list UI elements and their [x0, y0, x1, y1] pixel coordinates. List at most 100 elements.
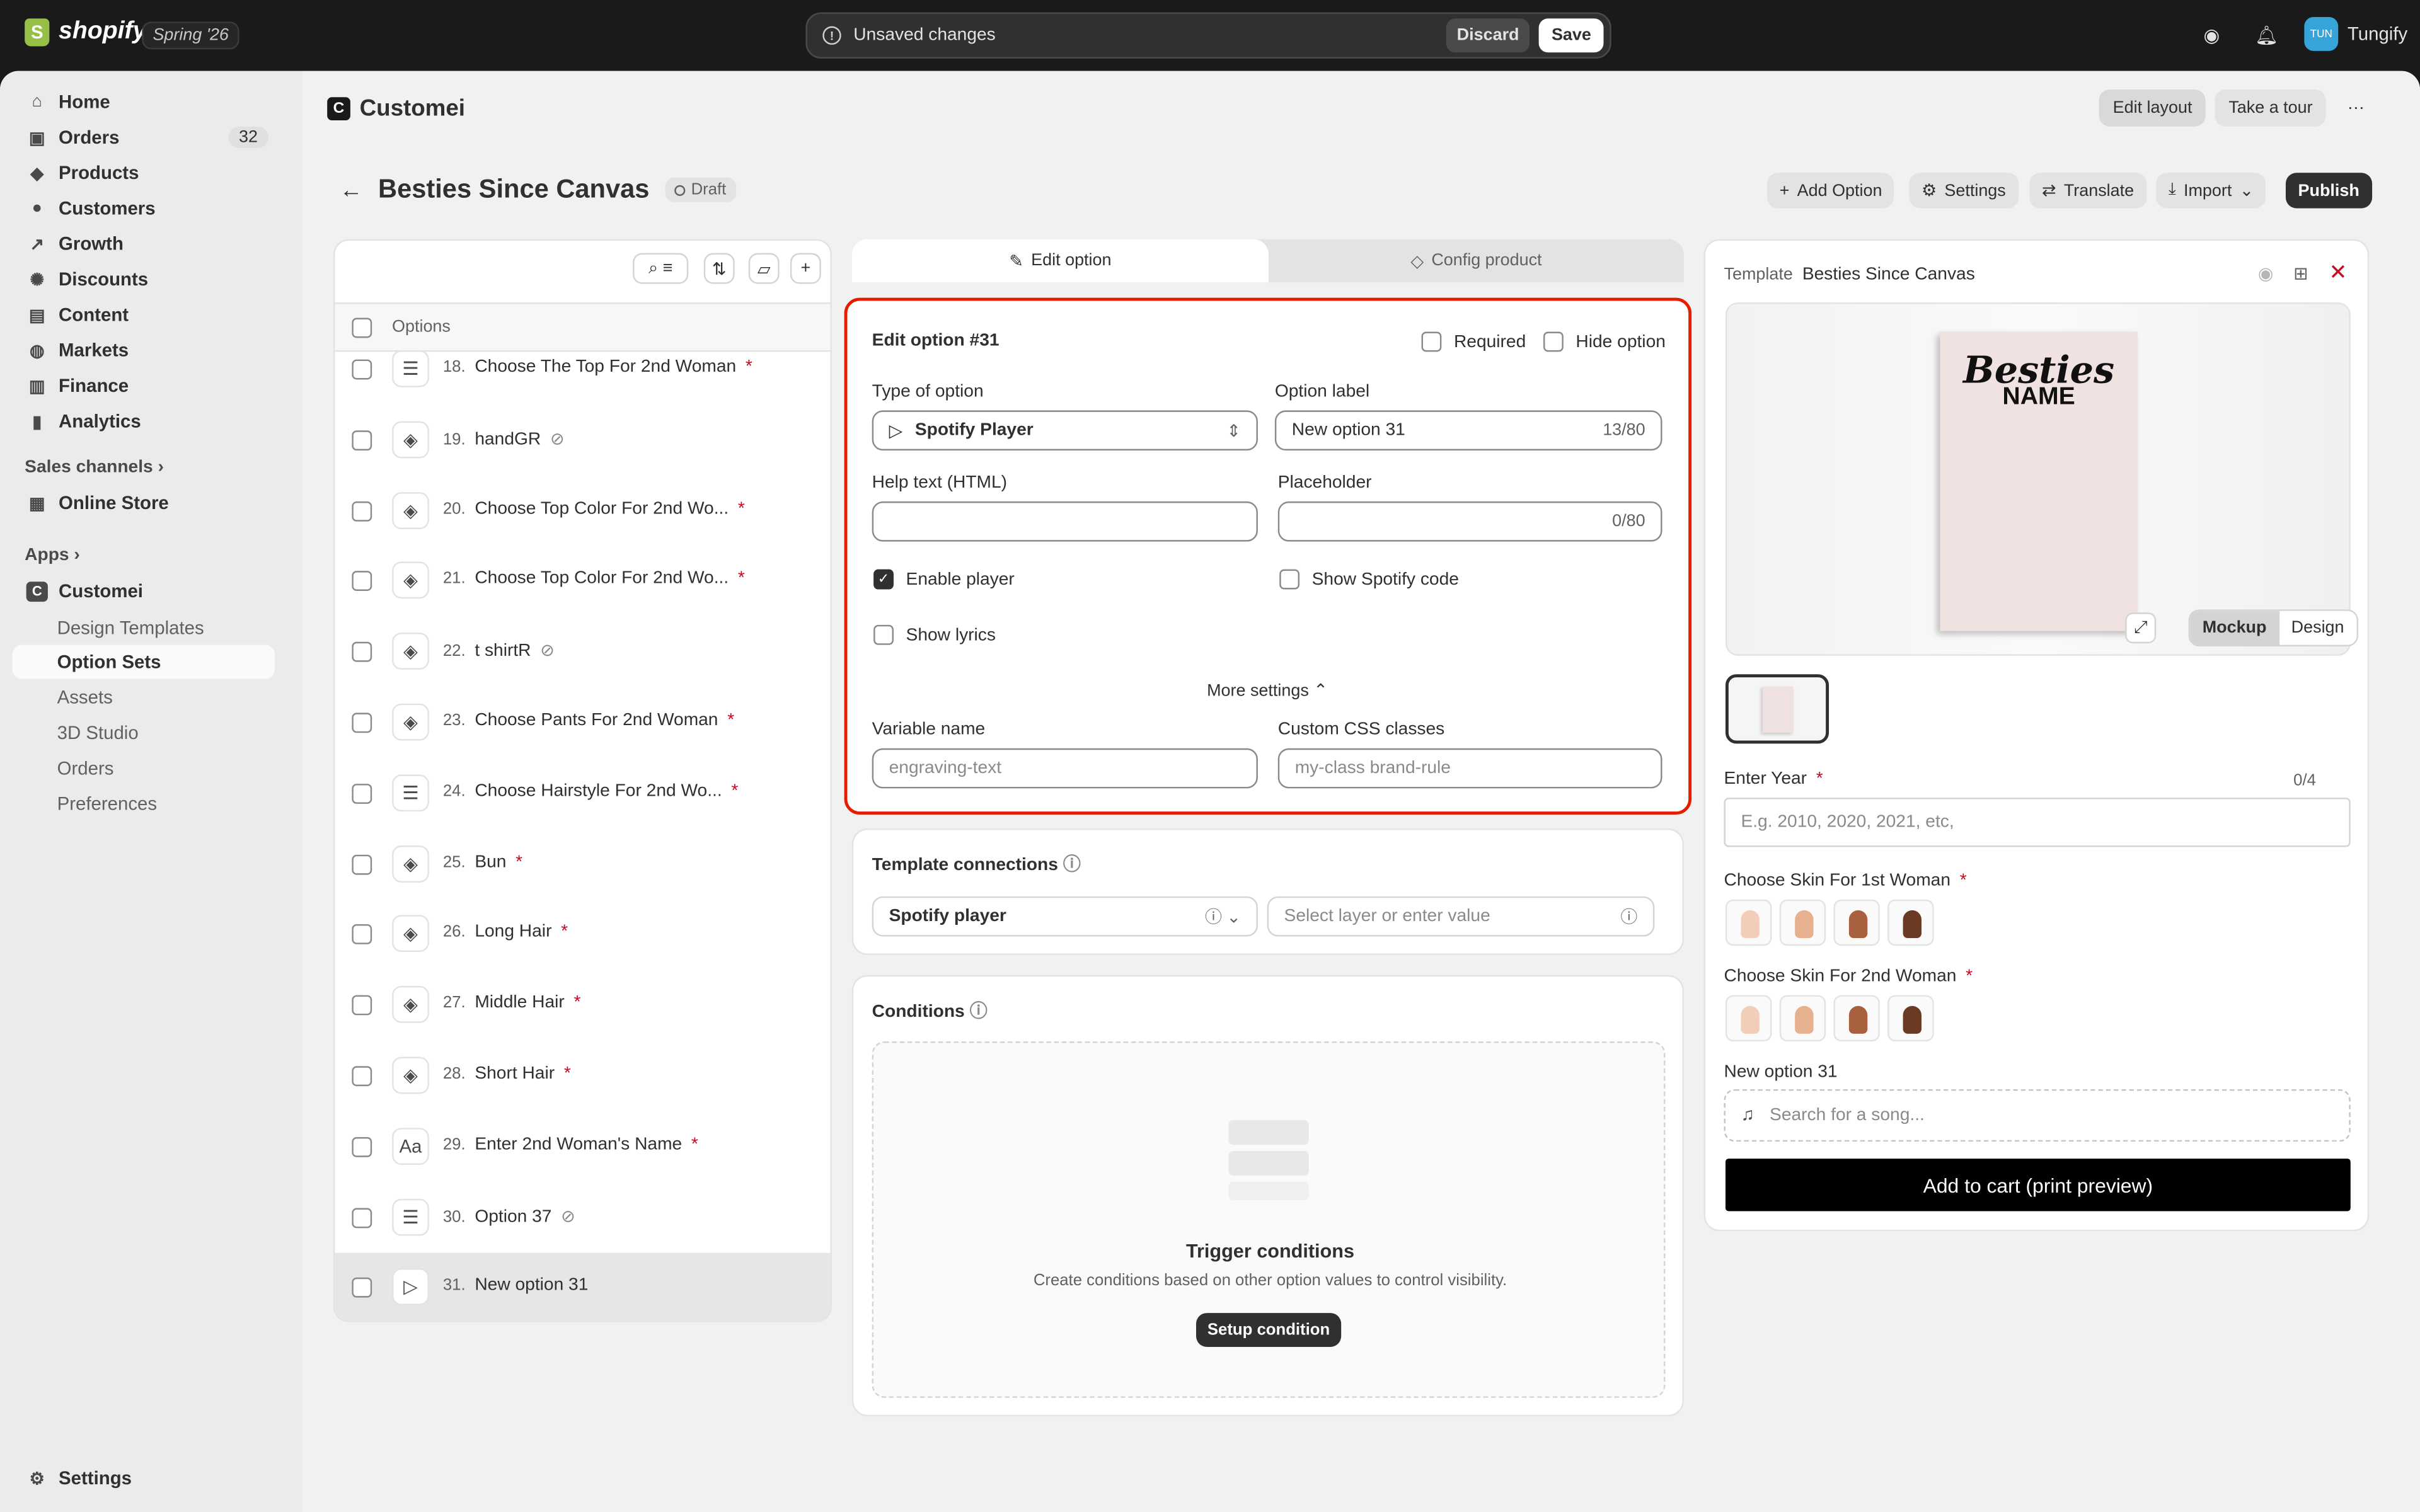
skin-swatch[interactable] — [1833, 995, 1880, 1042]
connection-select[interactable]: Spotify player ⓘ ⌄ — [872, 896, 1258, 937]
shopify-logo[interactable]: shopify — [25, 18, 146, 47]
skin-swatch[interactable] — [1833, 899, 1880, 946]
design-tab[interactable]: Design — [2279, 611, 2356, 645]
show-spotify-code-checkbox[interactable]: Show Spotify code — [1279, 569, 1459, 590]
nav-orders[interactable]: ▣ Orders 32 — [13, 120, 275, 154]
row-checkbox[interactable] — [352, 1207, 372, 1228]
settings-button[interactable]: ⚙ Settings — [1909, 173, 2019, 209]
skin-swatch[interactable] — [1779, 995, 1826, 1042]
nav-settings[interactable]: ⚙ Settings — [13, 1461, 275, 1495]
placeholder-input[interactable]: 0/80 — [1277, 501, 1662, 542]
row-checkbox[interactable] — [352, 1278, 372, 1298]
list-item[interactable]: ◈ 28. Short Hair * — [335, 1041, 830, 1113]
show-lyrics-checkbox[interactable]: Show lyrics — [873, 624, 996, 645]
more-settings-toggle[interactable]: More settings ⌃ — [1207, 680, 1328, 700]
discard-button[interactable]: Discard — [1446, 18, 1530, 53]
list-item[interactable]: ◈ 26. Long Hair * — [335, 900, 830, 971]
add-option-button[interactable]: + Add Option — [1767, 173, 1895, 209]
nav-growth[interactable]: ↗ Growth — [13, 227, 275, 261]
hide-option-checkbox[interactable]: Hide option — [1543, 331, 1666, 352]
sort-button[interactable]: ⇅ — [703, 253, 735, 284]
layer-input[interactable]: Select layer or enter value ⓘ — [1267, 896, 1655, 937]
row-checkbox[interactable] — [352, 995, 372, 1016]
close-icon[interactable]: ✕ — [2329, 259, 2348, 285]
nav-content[interactable]: ▤ Content — [13, 298, 275, 332]
skin-swatch[interactable] — [1887, 899, 1934, 946]
thumbnail[interactable] — [1725, 674, 1829, 744]
skin-swatch[interactable] — [1887, 995, 1934, 1042]
list-item[interactable]: ◈ 19. handGR ⊘ — [335, 406, 830, 477]
translate-button[interactable]: ⇄ Translate — [2029, 173, 2146, 209]
eye-icon[interactable]: ◉ — [2258, 262, 2274, 284]
row-checkbox[interactable] — [352, 500, 372, 521]
skin-swatch[interactable] — [1779, 899, 1826, 946]
list-item[interactable]: ◈ 23. Choose Pants For 2nd Woman * — [335, 688, 830, 759]
list-item[interactable]: ☰ 18. Choose The Top For 2nd Woman * — [335, 335, 830, 406]
take-tour-button[interactable]: Take a tour — [2215, 89, 2327, 127]
layers-icon[interactable]: ⊞ — [2293, 262, 2308, 284]
year-input[interactable]: E.g. 2010, 2020, 2021, etc, — [1724, 798, 2351, 847]
tab-config-product[interactable]: ◇ Config product — [1269, 239, 1684, 283]
nav-customei[interactable]: C Customei — [13, 574, 275, 608]
row-checkbox[interactable] — [352, 783, 372, 804]
list-item[interactable]: ☰ 30. Option 37 ⊘ — [335, 1183, 830, 1254]
list-item[interactable]: ▷ 31. New option 31 — [335, 1253, 831, 1321]
list-item[interactable]: ◈ 25. Bun * — [335, 830, 830, 901]
add-button[interactable]: + — [790, 253, 821, 284]
expand-icon[interactable]: ⤢ — [2125, 612, 2157, 644]
row-checkbox[interactable] — [352, 713, 372, 733]
nav-home[interactable]: ⌂ Home — [13, 85, 275, 119]
nav-design-templates[interactable]: Design Templates — [57, 617, 204, 639]
mockup-tab[interactable]: Mockup — [2190, 610, 2279, 645]
row-checkbox[interactable] — [352, 854, 372, 874]
row-checkbox[interactable] — [352, 1066, 372, 1087]
edit-layout-button[interactable]: Edit layout — [2099, 89, 2206, 127]
list-item[interactable]: ◈ 20. Choose Top Color For 2nd Wo... * — [335, 476, 830, 547]
nav-analytics[interactable]: ▮ Analytics — [13, 404, 275, 438]
list-item[interactable]: Aa 29. Enter 2nd Woman's Name * — [335, 1112, 830, 1183]
row-checkbox[interactable] — [352, 924, 372, 945]
type-select[interactable]: ▷ Spotify Player ⇕ — [872, 410, 1258, 451]
row-checkbox[interactable] — [352, 642, 372, 663]
row-checkbox[interactable] — [352, 1137, 372, 1157]
css-classes-input[interactable]: my-class brand-rule — [1277, 748, 1662, 789]
song-search-input[interactable]: ♫ Search for a song... — [1724, 1089, 2351, 1142]
row-checkbox[interactable] — [352, 430, 372, 450]
variable-name-input[interactable]: engraving-text — [872, 748, 1258, 789]
nav-markets[interactable]: ◍ Markets — [13, 333, 275, 367]
publish-button[interactable]: Publish — [2285, 173, 2372, 209]
list-item[interactable]: ◈ 27. Middle Hair * — [335, 971, 830, 1042]
add-to-cart-button[interactable]: Add to cart (print preview) — [1725, 1159, 2351, 1211]
nav-preferences[interactable]: Preferences — [57, 793, 157, 815]
enable-player-checkbox[interactable]: ✓ Enable player — [873, 569, 1015, 590]
search-filter-button[interactable]: ⌕ ≡ — [633, 253, 689, 284]
apps-heading[interactable]: Apps › — [25, 546, 80, 564]
list-item[interactable]: ◈ 22. t shirtR ⊘ — [335, 617, 830, 689]
row-checkbox[interactable] — [352, 359, 372, 380]
list-item[interactable]: ☰ 24. Choose Hairstyle For 2nd Wo... * — [335, 759, 830, 830]
back-arrow-icon[interactable]: ← — [340, 176, 363, 203]
sales-channels-heading[interactable]: Sales channels › — [25, 458, 164, 476]
nav-finance[interactable]: ▥ Finance — [13, 369, 275, 403]
nav-products[interactable]: ◆ Products — [13, 156, 275, 190]
tab-edit-option[interactable]: ✎ Edit option — [851, 239, 1269, 283]
sidekick-icon[interactable]: ◉ — [2201, 25, 2222, 46]
save-button[interactable]: Save — [1539, 18, 1604, 53]
bell-icon[interactable]: 🔔︎ — [2255, 25, 2278, 46]
add-folder-button[interactable]: ▱ — [748, 253, 780, 284]
nav-discounts[interactable]: ✺ Discounts — [13, 262, 275, 296]
more-actions-button[interactable]: ··· — [2334, 89, 2378, 127]
nav-option-sets[interactable]: Option Sets — [12, 644, 275, 679]
nav-app-orders[interactable]: Orders — [57, 757, 114, 779]
nav-customers[interactable]: ● Customers — [13, 192, 275, 226]
skin-swatch[interactable] — [1725, 899, 1772, 946]
nav-assets[interactable]: Assets — [57, 687, 113, 708]
user-menu[interactable]: TUN Tungify — [2304, 16, 2407, 51]
required-checkbox[interactable]: Required — [1421, 331, 1526, 352]
row-checkbox[interactable] — [352, 571, 372, 592]
nav-3d-studio[interactable]: 3D Studio — [57, 722, 139, 743]
setup-condition-button[interactable]: Setup condition — [1196, 1313, 1342, 1347]
nav-online-store[interactable]: ▦ Online Store — [13, 486, 275, 520]
option-label-input[interactable]: New option 31 13/80 — [1274, 410, 1662, 451]
list-item[interactable]: ◈ 21. Choose Top Color For 2nd Wo... * — [335, 547, 830, 618]
